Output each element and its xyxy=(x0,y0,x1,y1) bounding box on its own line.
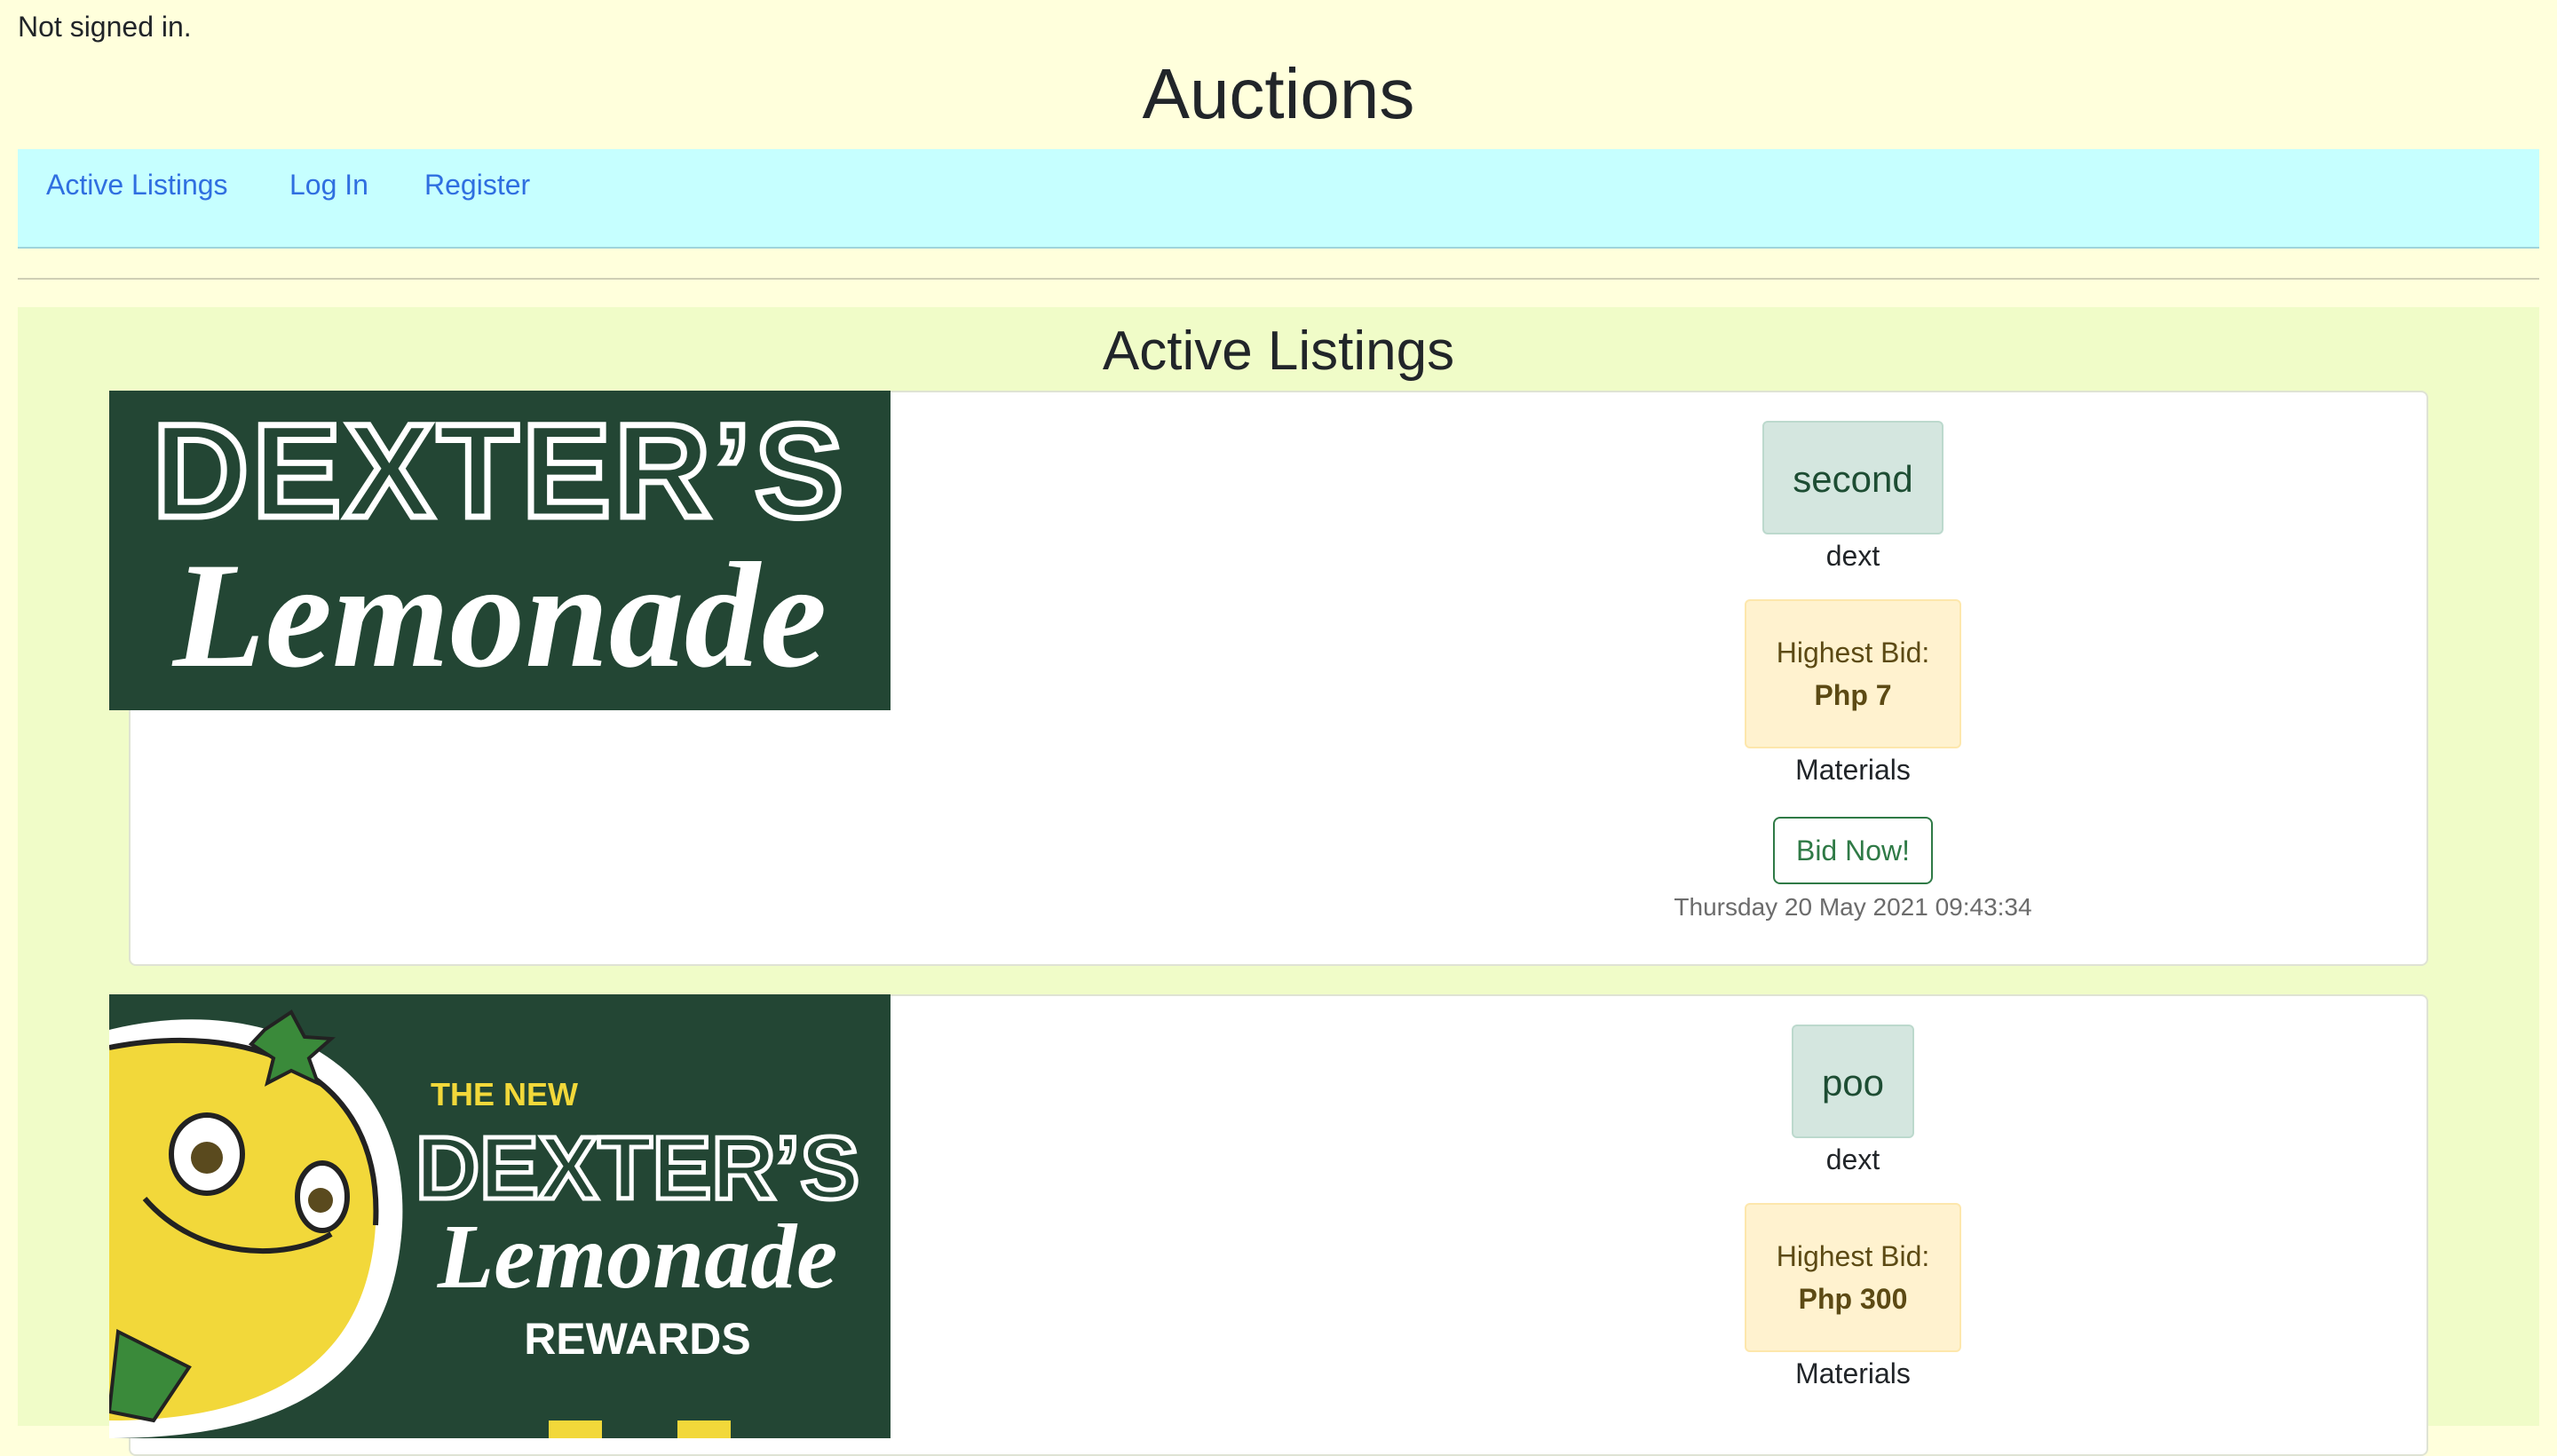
image-text-brand: DEXTER’S xyxy=(153,396,847,545)
navbar: Active Listings Log In Register xyxy=(18,149,2539,249)
listing-seller: dext xyxy=(1825,1143,1880,1175)
divider xyxy=(18,278,2539,280)
listing-card: DEXTER’S Lemonade second dext Highest Bi… xyxy=(109,391,2430,966)
image-text-brand: DEXTER’S xyxy=(416,1119,859,1218)
nav-log-in[interactable]: Log In xyxy=(289,169,368,202)
highest-bid-label: Highest Bid: xyxy=(1776,637,1930,669)
sign-in-status: Not signed in. xyxy=(18,11,192,43)
image-text-product: Lemonade xyxy=(171,532,827,699)
highest-bid-box: Highest Bid: Php 300 xyxy=(1744,1203,1962,1352)
site-title: Auctions xyxy=(1142,54,1415,133)
listing-details: poo dext Highest Bid: Php 300 Materials xyxy=(1276,996,2430,1390)
nav-active-listings[interactable]: Active Listings xyxy=(46,169,228,202)
listing-title[interactable]: second xyxy=(1762,421,1943,534)
listing-image[interactable]: DEXTER’S Lemonade xyxy=(109,391,891,710)
listing-date: Thursday 20 May 2021 09:43:34 xyxy=(1674,893,2032,921)
listing-image[interactable]: THE NEW DEXTER’S Lemonade REWARDS xyxy=(109,994,891,1438)
nav-register[interactable]: Register xyxy=(424,169,530,202)
listings-section: Active Listings DEXTER’S Lemonade second… xyxy=(18,307,2539,1456)
highest-bid-value: Php 7 xyxy=(1814,679,1892,711)
image-text-rewards: REWARDS xyxy=(524,1314,751,1364)
section-title: Active Listings xyxy=(1102,320,1455,382)
listing-card: THE NEW DEXTER’S Lemonade REWARDS poo de… xyxy=(109,994,2430,1456)
highest-bid-label: Highest Bid: xyxy=(1776,1240,1930,1272)
image-text-product: Lemonade xyxy=(437,1206,838,1308)
listing-seller: dext xyxy=(1825,540,1880,572)
listing-details: second dext Highest Bid: Php 7 Materials… xyxy=(1276,392,2430,922)
listing-title[interactable]: poo xyxy=(1791,1025,1915,1138)
highest-bid-value: Php 300 xyxy=(1798,1283,1908,1315)
highest-bid-box: Highest Bid: Php 7 xyxy=(1744,599,1962,748)
listing-category: Materials xyxy=(1795,754,1911,786)
bid-now-button[interactable]: Bid Now! xyxy=(1772,817,1934,884)
listing-category: Materials xyxy=(1795,1357,1911,1389)
image-text-new: THE NEW xyxy=(431,1076,578,1112)
